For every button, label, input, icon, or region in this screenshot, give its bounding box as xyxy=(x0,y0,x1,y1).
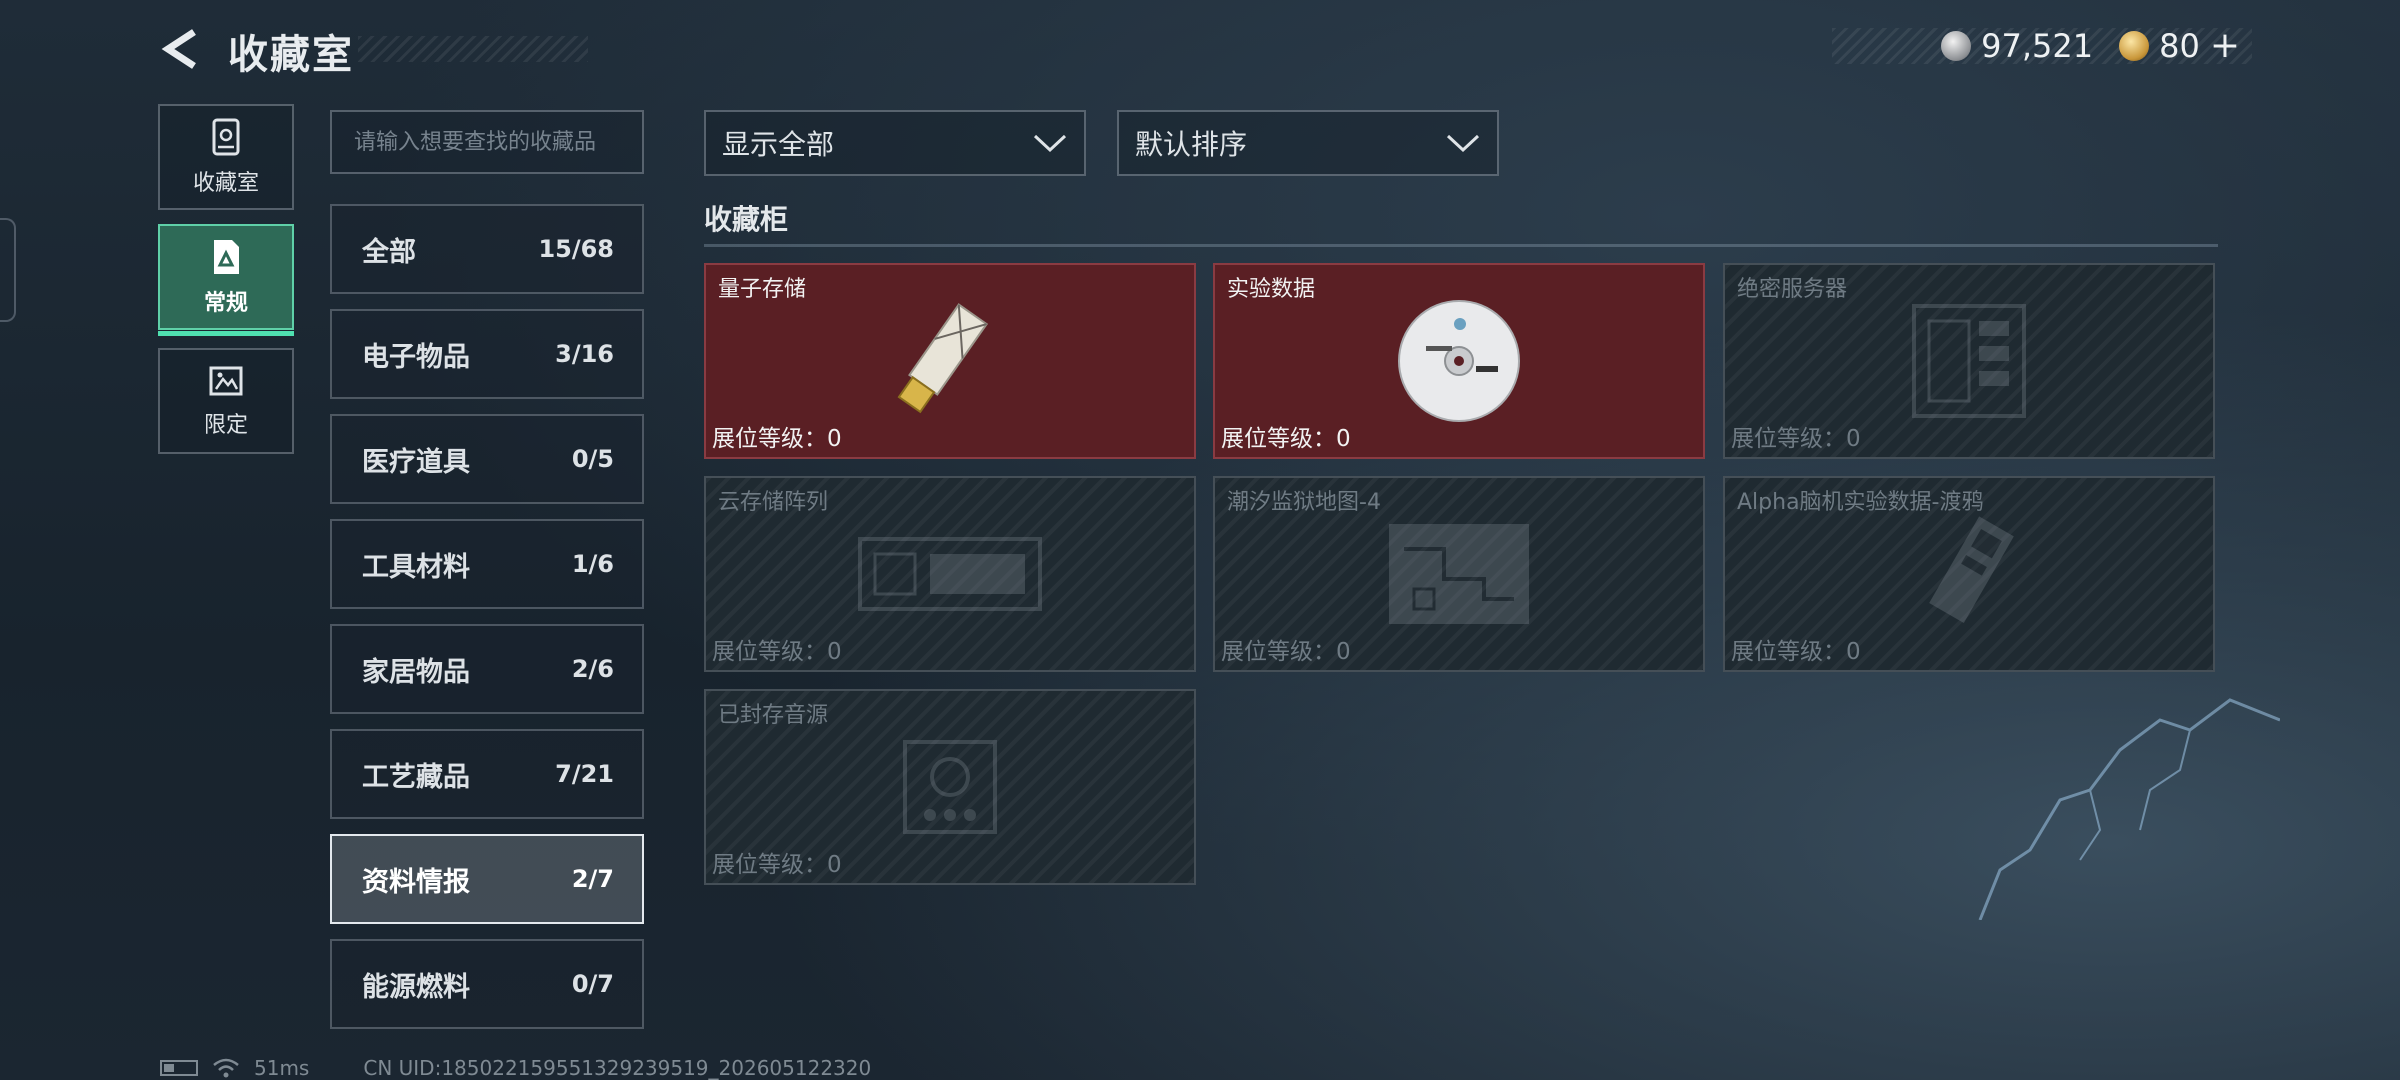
uid-text: CN UID:1850221595513292395​19_2026051223… xyxy=(363,1056,872,1080)
back-arrow-icon[interactable] xyxy=(158,26,204,72)
silver-currency-value: 97,521 xyxy=(1981,27,2094,65)
trophy-case-icon xyxy=(212,118,240,156)
nav-collection-room[interactable]: 收藏室 xyxy=(158,104,294,210)
collection-card[interactable]: 实验数据 展位等级：0 xyxy=(1213,263,1705,459)
section-divider xyxy=(704,244,2218,247)
collection-card[interactable]: 量子存储 展位等级：0 xyxy=(704,263,1196,459)
card-name: 潮汐监狱地图-4 xyxy=(1227,490,1381,515)
category-name: 资料情报 xyxy=(362,866,470,898)
category-count: 2/6 xyxy=(571,655,614,683)
card-name: 绝密服务器 xyxy=(1737,277,1848,302)
category-count: 7/21 xyxy=(555,760,614,788)
collection-card[interactable]: 绝密服务器 展位等级：0 xyxy=(1723,263,2215,459)
category-household[interactable]: 家居物品 2/6 xyxy=(330,624,644,714)
card-name: 量子存储 xyxy=(718,277,807,302)
card-level: 展位等级：0 xyxy=(712,852,842,878)
sort-dropdown[interactable]: 默认排序 xyxy=(1117,110,1499,176)
silver-coin-icon xyxy=(1941,31,1972,61)
category-intel[interactable]: 资料情报 2/7 xyxy=(330,834,644,924)
category-name: 工具材料 xyxy=(362,551,470,583)
nav-label: 收藏室 xyxy=(192,171,259,196)
card-name: 实验数据 xyxy=(1227,277,1316,302)
collection-card[interactable]: 云存储阵列 展位等级：0 xyxy=(704,476,1196,672)
card-name: 已封存音源 xyxy=(718,703,829,728)
card-level: 展位等级：0 xyxy=(1221,426,1351,452)
disc-icon xyxy=(1398,300,1520,422)
card-level: 展位等级：0 xyxy=(1731,426,1861,452)
section-title: 收藏柜 xyxy=(704,203,789,236)
card-level: 展位等级：0 xyxy=(1221,639,1351,665)
document-icon xyxy=(214,240,239,274)
card-level: 展位等级：0 xyxy=(712,639,842,665)
category-name: 能源燃料 xyxy=(362,971,470,1003)
category-tools[interactable]: 工具材料 1/6 xyxy=(330,519,644,609)
chevron-down-icon xyxy=(1446,134,1480,153)
add-currency-icon[interactable]: + xyxy=(2210,28,2240,64)
category-energy[interactable]: 能源燃料 0/7 xyxy=(330,939,644,1029)
collection-card[interactable]: 已封存音源 展位等级：0 xyxy=(704,689,1196,885)
ping-value: 51ms xyxy=(254,1056,310,1080)
nav-label: 限定 xyxy=(203,413,248,438)
category-name: 工艺藏品 xyxy=(362,761,470,793)
audio-source-icon xyxy=(903,740,997,834)
card-name: Alpha脑机实验数据-渡鸦 xyxy=(1737,490,1984,515)
map-icon xyxy=(1389,524,1529,624)
card-level: 展位等级：0 xyxy=(712,426,842,452)
status-footer: 51ms CN UID:1850221595513292395​19_20260… xyxy=(160,1056,871,1080)
lightning-decoration xyxy=(1978,698,2280,920)
display-filter-value: 显示全部 xyxy=(722,128,835,161)
category-name: 医疗道具 xyxy=(362,446,470,478)
category-name: 家居物品 xyxy=(362,656,470,688)
usb-drive-icon xyxy=(897,303,989,414)
category-count: 3/16 xyxy=(555,340,614,368)
storage-array-icon xyxy=(858,537,1042,611)
gold-coin-icon xyxy=(2119,31,2150,61)
chevron-down-icon xyxy=(1033,134,1067,153)
limited-icon xyxy=(209,366,243,396)
sort-value: 默认排序 xyxy=(1135,128,1248,161)
category-all[interactable]: 全部 15/68 xyxy=(330,204,644,294)
page-title: 收藏室 xyxy=(228,32,354,78)
card-name: 云存储阵列 xyxy=(718,490,829,515)
category-name: 电子物品 xyxy=(362,341,470,373)
category-count: 0/7 xyxy=(571,970,614,998)
display-filter-dropdown[interactable]: 显示全部 xyxy=(704,110,1086,176)
battery-icon xyxy=(160,1060,198,1076)
category-count: 15/68 xyxy=(538,235,614,263)
nav-regular[interactable]: 常规 xyxy=(158,224,294,336)
brain-chip-icon xyxy=(1929,516,2014,623)
side-drawer-handle[interactable] xyxy=(0,218,16,322)
category-count: 1/6 xyxy=(571,550,614,578)
category-crafts[interactable]: 工艺藏品 7/21 xyxy=(330,729,644,819)
card-level: 展位等级：0 xyxy=(1731,639,1861,665)
nav-limited[interactable]: 限定 xyxy=(158,348,294,454)
nav-label: 常规 xyxy=(203,291,248,316)
wifi-icon xyxy=(213,1058,239,1078)
category-count: 0/5 xyxy=(571,445,614,473)
collection-card[interactable]: Alpha脑机实验数据-渡鸦 展位等级：0 xyxy=(1723,476,2215,672)
category-electronics[interactable]: 电子物品 3/16 xyxy=(330,309,644,399)
category-medical[interactable]: 医疗道具 0/5 xyxy=(330,414,644,504)
server-icon xyxy=(1912,304,2026,418)
title-stripe-decoration xyxy=(358,36,588,62)
collection-search-input[interactable] xyxy=(330,110,644,174)
currency-bar: 97,521 80 + xyxy=(1832,27,2252,65)
category-count: 2/7 xyxy=(571,865,614,893)
category-name: 全部 xyxy=(362,236,416,268)
gold-currency-value: 80 xyxy=(2159,27,2200,65)
collection-card[interactable]: 潮汐监狱地图-4 展位等级：0 xyxy=(1213,476,1705,672)
